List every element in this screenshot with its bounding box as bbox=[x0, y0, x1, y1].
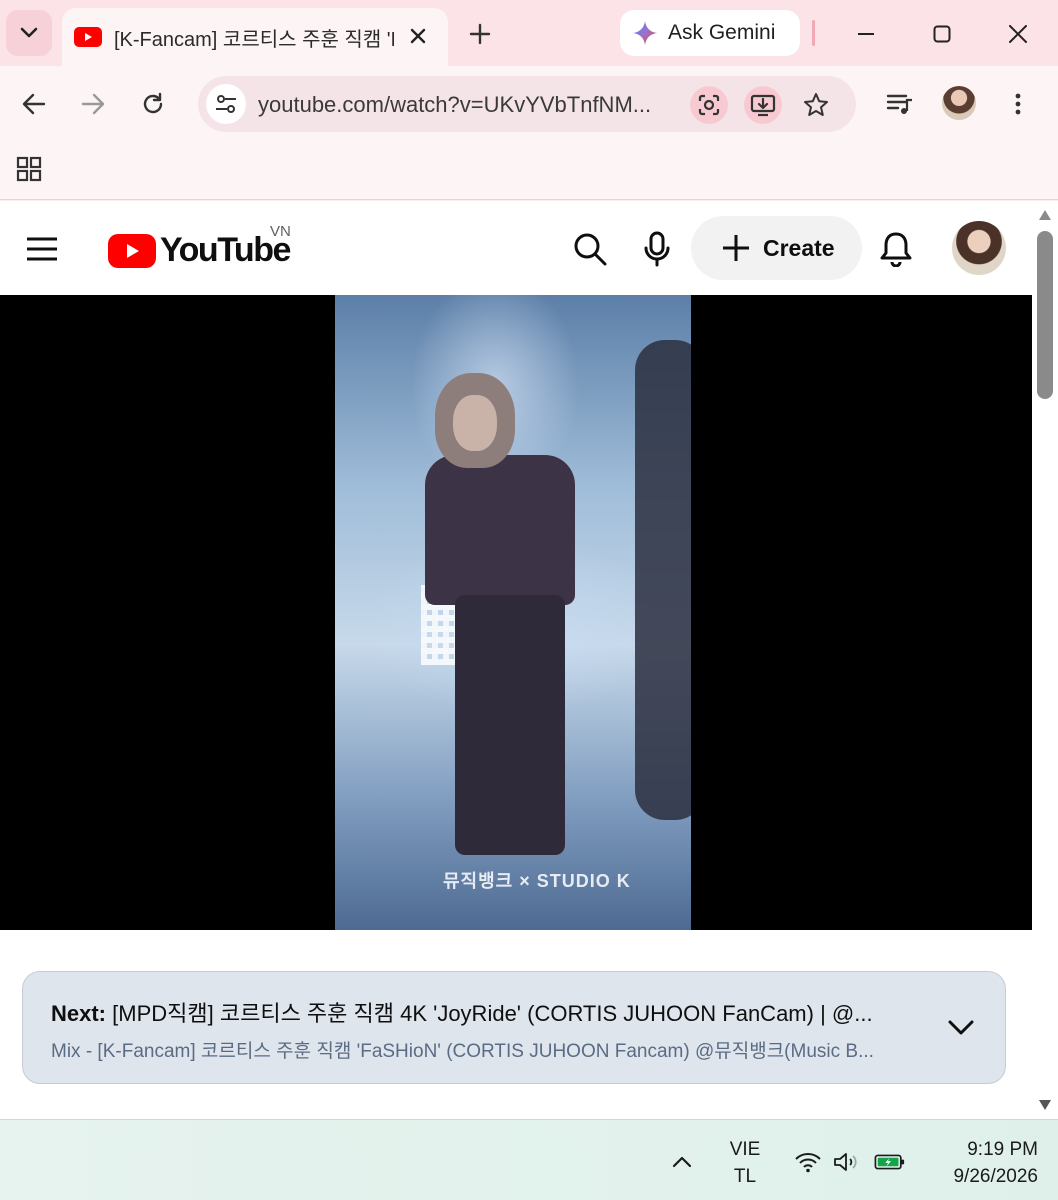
system-clock[interactable]: 9:19 PM 9/26/2026 bbox=[918, 1136, 1038, 1190]
search-icon bbox=[574, 233, 607, 266]
install-app-icon bbox=[750, 94, 776, 117]
close-tab-button[interactable] bbox=[404, 22, 432, 50]
youtube-favicon-icon bbox=[74, 27, 102, 47]
tab-search-button[interactable] bbox=[6, 10, 52, 56]
scroll-thumb[interactable] bbox=[1037, 231, 1053, 399]
maximize-button[interactable] bbox=[922, 14, 962, 54]
dancer-pants bbox=[455, 595, 565, 855]
hamburger-icon bbox=[27, 237, 57, 261]
show-hidden-icons-button[interactable] bbox=[666, 1146, 698, 1178]
bookmarks-bar bbox=[0, 142, 1058, 200]
url-text[interactable]: youtube.com/watch?v=UKvYVbTnfNM... bbox=[258, 92, 670, 118]
language-code: VIE bbox=[729, 1139, 761, 1160]
reload-icon bbox=[143, 92, 163, 114]
plus-icon bbox=[723, 235, 749, 261]
media-queue-icon bbox=[886, 94, 912, 114]
chevron-down-icon bbox=[948, 1020, 974, 1035]
minimize-button[interactable] bbox=[846, 14, 886, 54]
next-prefix: Next: bbox=[51, 1001, 107, 1026]
close-icon bbox=[1009, 25, 1027, 43]
speaker-icon bbox=[834, 1153, 857, 1171]
expand-playlist-button[interactable] bbox=[943, 1010, 979, 1046]
profile-avatar[interactable] bbox=[942, 86, 976, 120]
windows-taskbar: VIE TL 9:19 PM 9/26/2026 bbox=[0, 1119, 1058, 1200]
wifi-icon bbox=[795, 1153, 821, 1173]
minimize-icon bbox=[858, 33, 874, 35]
next-video-title: [MPD직캠] 코르티스 주훈 직캠 4K 'JoyRide' (CORTIS … bbox=[112, 1001, 873, 1026]
star-icon bbox=[804, 93, 828, 116]
plus-icon bbox=[469, 23, 491, 45]
reload-button[interactable] bbox=[133, 84, 173, 124]
battery-button[interactable] bbox=[874, 1146, 906, 1178]
install-app-button[interactable] bbox=[744, 86, 782, 124]
dancer-jacket bbox=[425, 455, 575, 605]
youtube-play-icon bbox=[108, 233, 156, 268]
arrow-right-icon bbox=[81, 93, 105, 115]
page-scrollbar[interactable] bbox=[1032, 201, 1058, 1119]
close-icon bbox=[410, 28, 426, 44]
tab-title: [K-Fancam] 코르티스 주훈 직캠 'FaSHioN' (CORTIS … bbox=[114, 28, 394, 51]
video-player[interactable]: 뮤직뱅크 × STUDIO K bbox=[0, 295, 1032, 930]
back-button[interactable] bbox=[14, 84, 54, 124]
arrow-left-icon bbox=[22, 93, 46, 115]
create-button[interactable]: Create bbox=[691, 216, 862, 280]
ask-gemini-label: Ask Gemini bbox=[668, 21, 776, 44]
address-bar[interactable]: youtube.com/watch?v=UKvYVbTnfNM... bbox=[198, 76, 856, 132]
search-button[interactable] bbox=[568, 227, 612, 271]
input-language-indicator[interactable]: VIE TL bbox=[722, 1136, 768, 1190]
network-button[interactable] bbox=[792, 1146, 824, 1178]
bookmark-star-button[interactable] bbox=[797, 86, 835, 124]
tab-strip: [K-Fancam] 코르티스 주훈 직캠 'FaSHioN' (CORTIS … bbox=[0, 0, 1058, 66]
volume-button[interactable] bbox=[830, 1146, 862, 1178]
lens-icon bbox=[698, 94, 720, 116]
tune-icon bbox=[216, 95, 236, 113]
chevron-up-icon bbox=[672, 1156, 692, 1168]
video-watermark: 뮤직뱅크 × STUDIO K bbox=[443, 871, 631, 891]
active-tab[interactable]: [K-Fancam] 코르티스 주훈 직캠 'FaSHioN' (CORTIS … bbox=[62, 8, 448, 66]
scroll-up-arrow-icon[interactable] bbox=[1038, 209, 1052, 221]
close-window-button[interactable] bbox=[998, 14, 1038, 54]
page-viewport: YouTube VN Create 뮤직뱅크 × STUDIO K Next: … bbox=[0, 201, 1058, 1119]
bell-icon bbox=[880, 232, 912, 267]
maximize-icon bbox=[933, 25, 951, 43]
gemini-sparkle-icon bbox=[633, 21, 657, 45]
youtube-header: YouTube VN Create bbox=[0, 201, 1032, 295]
playlist-title: Mix - [K-Fancam] 코르티스 주훈 직캠 'FaSHioN' (C… bbox=[51, 1041, 874, 1062]
new-tab-button[interactable] bbox=[462, 16, 498, 52]
account-avatar[interactable] bbox=[952, 221, 1006, 275]
site-info-button[interactable] bbox=[206, 84, 246, 124]
more-vert-icon bbox=[1015, 93, 1021, 115]
battery-charging-icon bbox=[874, 1154, 905, 1170]
dancer-face bbox=[453, 395, 497, 451]
clock-date: 9/26/2026 bbox=[953, 1166, 1038, 1187]
chrome-menu-button[interactable] bbox=[998, 84, 1038, 124]
microphone-icon bbox=[644, 231, 670, 267]
background-dancer bbox=[635, 340, 691, 820]
ask-gemini-button[interactable]: Ask Gemini bbox=[620, 10, 800, 56]
scroll-down-arrow-icon[interactable] bbox=[1038, 1099, 1052, 1111]
chevron-down-icon bbox=[20, 27, 38, 38]
forward-button[interactable] bbox=[73, 84, 113, 124]
guide-menu-button[interactable] bbox=[20, 227, 64, 271]
keyboard-layout: TL bbox=[733, 1166, 757, 1187]
playlist-next-card[interactable]: Next: [MPD직캠] 코르티스 주훈 직캠 4K 'JoyRide' (C… bbox=[22, 971, 1006, 1084]
clock-time: 9:19 PM bbox=[967, 1139, 1038, 1160]
next-video-line[interactable]: Next: [MPD직캠] 코르티스 주훈 직캠 4K 'JoyRide' (C… bbox=[51, 996, 911, 1028]
voice-search-button[interactable] bbox=[635, 227, 679, 271]
youtube-logo[interactable]: YouTube bbox=[108, 231, 291, 270]
tab-strip-divider bbox=[812, 20, 815, 46]
google-lens-button[interactable] bbox=[690, 86, 728, 124]
notifications-button[interactable] bbox=[874, 227, 918, 271]
create-label: Create bbox=[763, 234, 835, 261]
media-controls-button[interactable] bbox=[880, 84, 920, 124]
video-frame[interactable]: 뮤직뱅크 × STUDIO K bbox=[335, 295, 691, 930]
browser-toolbar: youtube.com/watch?v=UKvYVbTnfNM... bbox=[0, 66, 1058, 142]
region-code: VN bbox=[270, 223, 291, 240]
apps-button[interactable] bbox=[14, 154, 44, 184]
apps-grid-icon bbox=[16, 156, 42, 182]
